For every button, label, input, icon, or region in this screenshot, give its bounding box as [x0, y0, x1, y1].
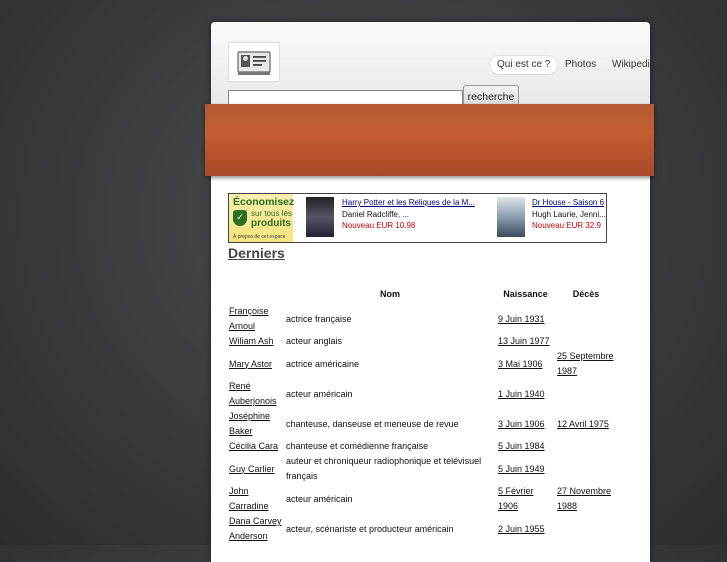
person-name-link[interactable]: Françoise Arnoul — [229, 306, 269, 331]
birth-date-cell: 5 Février 1906 — [496, 484, 555, 514]
person-name-cell: Mary Astor — [227, 349, 284, 379]
column-header-name: Nom — [380, 289, 400, 299]
product-title-link[interactable]: Dr House - Saison 6 — [532, 198, 604, 207]
dr-house-cover-image[interactable] — [497, 197, 525, 237]
ad-banner[interactable]: Économisez ✓ sur tous les produits À pro… — [228, 193, 607, 243]
death-date-cell: 27 Novembre 1988 — [555, 484, 617, 514]
ad-line1: sur tous les — [251, 209, 292, 218]
people-table-body: Françoise Arnoul actrice française 9 Juin … — [227, 304, 617, 544]
person-name-cell: Joséphine Baker — [227, 409, 284, 439]
birth-date-cell: 3 Juin 1906 — [496, 409, 555, 439]
site-header: Qui est ce ? Photos Wikipedia recherche — [211, 22, 655, 108]
birth-date-cell: 1 Juin 1940 — [496, 379, 555, 409]
birth-date-link[interactable]: 13 Juin 1977 — [498, 336, 550, 346]
product-price: Nouveau EUR 32.9 — [532, 221, 601, 230]
contact-card-logo-icon[interactable] — [228, 42, 280, 82]
person-name-link[interactable]: Mary Astor — [229, 359, 272, 369]
death-date-cell: 12 Avril 1975 — [555, 409, 617, 439]
death-date-cell — [555, 514, 617, 544]
death-date-cell — [555, 304, 617, 334]
person-name-link[interactable]: John Carradine — [229, 486, 269, 511]
death-date-link[interactable]: 25 Septembre 1987 — [557, 351, 614, 376]
table-header-row: Nom Naissance Décès — [227, 284, 617, 304]
birth-date-cell: 13 Juin 1977 — [496, 334, 555, 349]
birth-date-link[interactable]: 2 Juin 1955 — [498, 524, 545, 534]
header-spacer — [227, 284, 284, 304]
birth-date-cell: 3 Mai 1906 — [496, 349, 555, 379]
table-row: Wiliam Ash acteur anglais 13 Juin 1977 — [227, 334, 617, 349]
birth-date-link[interactable]: 1 Juin 1940 — [498, 389, 545, 399]
birth-date-link[interactable]: 5 Juin 1949 — [498, 464, 545, 474]
person-description: actrice française — [286, 313, 352, 324]
death-date-cell — [555, 454, 617, 484]
birth-date-link[interactable]: 5 Février 1906 — [498, 486, 534, 511]
section-title-derniers[interactable]: Derniers — [228, 245, 285, 261]
death-date-cell — [555, 439, 617, 454]
birth-date-link[interactable]: 5 Juin 1984 — [498, 441, 545, 451]
person-name-cell: John Carradine — [227, 484, 284, 514]
person-name-link[interactable]: René Auberjonois — [229, 381, 277, 406]
table-row: Françoise Arnoul actrice française 9 Juin … — [227, 304, 617, 334]
table-row: John Carradine acteur américain 5 Février … — [227, 484, 617, 514]
table-row: Joséphine Baker chanteuse, danseuse et me… — [227, 409, 617, 439]
person-description: actrice américaine — [286, 358, 360, 369]
birth-date-link[interactable]: 9 Juin 1931 — [498, 314, 545, 324]
birth-date-cell: 2 Juin 1955 — [496, 514, 555, 544]
table-row: René Auberjonois acteur américain 1 Juin 1… — [227, 379, 617, 409]
table-row: Cécilia Cara chanteuse et comédienne fran… — [227, 439, 617, 454]
person-name-cell: Françoise Arnoul — [227, 304, 284, 334]
person-description: acteur américain — [286, 493, 353, 504]
product-actors: Hugh Laurie, Jenni... — [532, 210, 606, 219]
shield-icon: ✓ — [233, 210, 247, 226]
person-name-cell: Guy Carlier — [227, 454, 284, 484]
people-table: Nom Naissance Décès Françoise Arnoul actr… — [227, 284, 617, 544]
ad-title: Économisez — [233, 196, 295, 208]
person-name-link[interactable]: Cécilia Cara — [229, 441, 278, 451]
product-price: Nouveau EUR 10.98 — [342, 221, 416, 230]
birth-date-cell: 5 Juin 1949 — [496, 454, 555, 484]
table-row: Mary Astor actrice américaine 3 Mai 1906 25… — [227, 349, 617, 379]
person-description: acteur anglais — [286, 336, 343, 346]
death-date-cell: 25 Septembre 1987 — [555, 349, 617, 379]
death-date-cell — [555, 334, 617, 349]
product-actors: Daniel Radcliffe, ... — [342, 210, 409, 219]
ad-promo-panel[interactable]: Économisez ✓ sur tous les produits À pro… — [229, 194, 295, 242]
person-name-link[interactable]: Dana Carvey Anderson — [229, 516, 282, 541]
top-nav: Qui est ce ? Photos Wikipedia — [450, 56, 655, 76]
person-name-cell: René Auberjonois — [227, 379, 284, 409]
death-date-link[interactable]: 12 Avril 1975 — [557, 419, 609, 429]
person-description: acteur, scénariste et producteur américa… — [286, 523, 454, 534]
nav-link-photos[interactable]: Photos — [558, 56, 603, 74]
person-name-link[interactable]: Wiliam Ash — [229, 336, 274, 346]
nav-link-qui-est-ce[interactable]: Qui est ce ? — [490, 56, 558, 74]
birth-date-link[interactable]: 3 Mai 1906 — [498, 359, 543, 369]
person-name-cell: Cécilia Cara — [227, 439, 284, 454]
death-date-link[interactable]: 27 Novembre 1988 — [557, 486, 611, 511]
death-date-cell — [555, 379, 617, 409]
birth-date-cell: 9 Juin 1931 — [496, 304, 555, 334]
person-description: chanteuse et comédienne française — [286, 441, 429, 451]
birth-date-cell: 5 Juin 1984 — [496, 439, 555, 454]
table-row: Guy Carlier auteur et chroniqueur radioph… — [227, 454, 617, 484]
ad-about-link[interactable]: À propos de cet espace — [233, 234, 286, 240]
person-name-cell: Wiliam Ash — [227, 334, 284, 349]
column-header-birth: Naissance — [503, 289, 548, 299]
person-description: chanteuse, danseuse et meneuse de revue — [286, 418, 459, 429]
person-name-link[interactable]: Guy Carlier — [229, 464, 275, 474]
harry-potter-cover-image[interactable] — [306, 197, 334, 237]
product-title-link[interactable]: Harry Potter et les Reliques de la M... — [342, 198, 475, 207]
nav-link-wikipedia[interactable]: Wikipedia — [605, 56, 662, 74]
column-header-death: Décès — [572, 289, 600, 299]
ad-line2: produits — [251, 218, 291, 229]
table-row: Dana Carvey Anderson acteur, scénariste e… — [227, 514, 617, 544]
person-description: acteur américain — [286, 388, 353, 399]
person-name-link[interactable]: Joséphine Baker — [229, 411, 270, 436]
person-description: auteur et chroniqueur radiophonique et t… — [286, 456, 482, 481]
birth-date-link[interactable]: 3 Juin 1906 — [498, 419, 545, 429]
orange-banner — [205, 104, 654, 176]
person-name-cell: Dana Carvey Anderson — [227, 514, 284, 544]
